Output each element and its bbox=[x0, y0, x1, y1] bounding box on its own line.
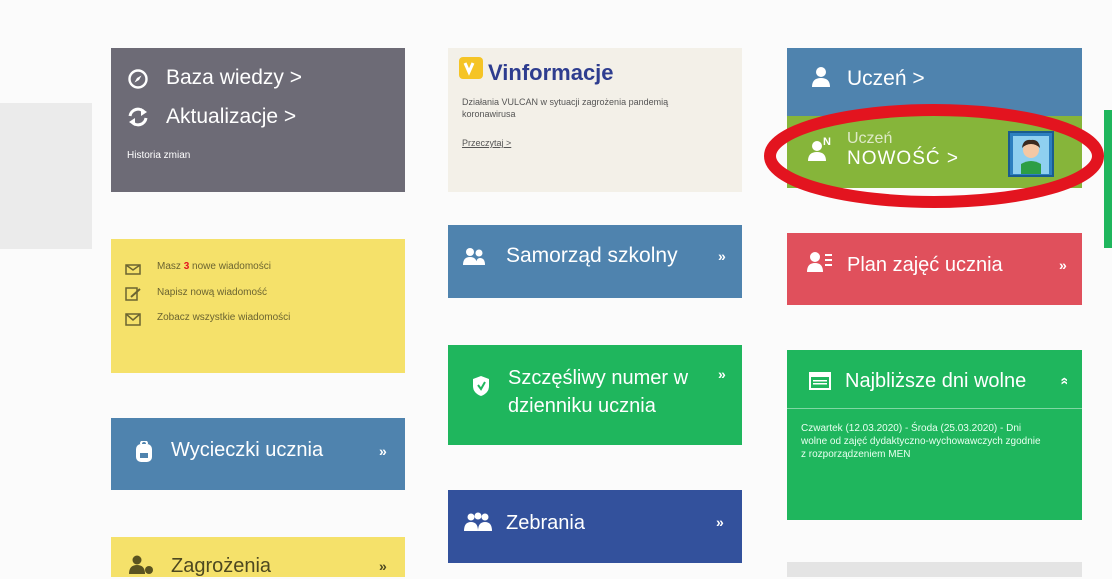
samorzad-label: Samorząd szkolny bbox=[506, 244, 678, 267]
highlight-ellipse bbox=[764, 104, 1104, 208]
chevron-down-icon[interactable]: » bbox=[379, 444, 387, 458]
backpack-icon bbox=[136, 441, 152, 462]
write-message-link[interactable]: Napisz nową wiadomość bbox=[157, 287, 267, 298]
calendar-icon bbox=[809, 372, 831, 390]
vinformacje-tile: Vinformacje Działania VULCAN w sytuacji … bbox=[448, 48, 742, 192]
szczesliwy-line1: Szczęśliwy numer w bbox=[508, 367, 689, 389]
bottom-right-block bbox=[787, 562, 1082, 577]
vinformacje-title: Vinformacje bbox=[488, 60, 614, 85]
plan-label: Plan zajęć ucznia bbox=[847, 254, 1003, 276]
zagrozenia-label: Zagrożenia bbox=[171, 555, 272, 577]
dni-wolne-text: Czwartek (12.03.2020) - Środa (25.03.202… bbox=[801, 423, 1041, 460]
chevron-down-icon[interactable]: » bbox=[379, 559, 387, 573]
compass-icon bbox=[128, 69, 148, 89]
wycieczki-label: Wycieczki ucznia bbox=[171, 439, 324, 461]
chevron-down-icon[interactable]: » bbox=[718, 249, 726, 263]
inbox-icon bbox=[125, 264, 141, 275]
samorzad-tile[interactable]: Samorząd szkolny » bbox=[448, 225, 742, 298]
szczesliwy-line2: dzienniku ucznia bbox=[508, 395, 656, 417]
vinformacje-text: Działania VULCAN w sytuacji zagrożenia p… bbox=[462, 97, 669, 119]
refresh-icon bbox=[128, 107, 148, 127]
baza-wiedzy-link[interactable]: Baza wiedzy > bbox=[166, 65, 302, 91]
people-icon bbox=[464, 512, 492, 531]
szczesliwy-numer-tile[interactable]: Szczęśliwy numer w dzienniku ucznia » bbox=[448, 345, 742, 445]
messages-tile: Masz 3 nowe wiadomości Napisz nową wiado… bbox=[111, 239, 405, 373]
messages-suffix: nowe wiadomości bbox=[192, 261, 271, 272]
wycieczki-tile[interactable]: Wycieczki ucznia » bbox=[111, 418, 405, 490]
right-edge-strip bbox=[1104, 110, 1112, 248]
przeczytaj-link[interactable]: Przeczytaj > bbox=[462, 138, 511, 148]
chevron-down-icon[interactable]: » bbox=[1059, 258, 1067, 272]
aktualizacje-link[interactable]: Aktualizacje > bbox=[166, 104, 296, 130]
chevron-down-icon[interactable]: » bbox=[718, 367, 726, 381]
compose-icon bbox=[125, 287, 141, 301]
dni-wolne-divider bbox=[787, 408, 1082, 409]
knowledge-tile: Baza wiedzy > Aktualizacje > Historia zm… bbox=[111, 48, 405, 192]
uczen-label: Uczeń > bbox=[847, 67, 925, 90]
group-icon bbox=[463, 248, 485, 265]
zebrania-label: Zebrania bbox=[506, 512, 585, 534]
messages-count: 3 bbox=[183, 261, 190, 272]
messages-prefix: Masz bbox=[157, 261, 181, 272]
shield-icon bbox=[473, 376, 489, 396]
warning-user-icon bbox=[129, 555, 153, 574]
vulcan-logo-icon bbox=[459, 57, 483, 79]
new-messages-link[interactable]: Masz 3 nowe wiadomości bbox=[157, 261, 271, 272]
all-messages-link[interactable]: Zobacz wszystkie wiadomości bbox=[157, 312, 290, 323]
schedule-icon bbox=[807, 252, 832, 272]
side-panel bbox=[0, 103, 92, 249]
dni-wolne-label[interactable]: Najbliższe dni wolne bbox=[845, 368, 1026, 394]
envelope-icon bbox=[125, 313, 141, 326]
chevron-down-icon[interactable]: » bbox=[716, 515, 724, 529]
dni-wolne-tile: Najbliższe dni wolne » Czwartek (12.03.2… bbox=[787, 350, 1082, 520]
zagrozenia-tile[interactable]: Zagrożenia » bbox=[111, 537, 405, 577]
plan-tile[interactable]: Plan zajęć ucznia » bbox=[787, 233, 1082, 305]
historia-zmian-link[interactable]: Historia zmian bbox=[127, 148, 190, 163]
chevron-up-icon[interactable]: » bbox=[1055, 377, 1071, 385]
user-icon bbox=[812, 67, 830, 87]
zebrania-tile[interactable]: Zebrania » bbox=[448, 490, 742, 563]
